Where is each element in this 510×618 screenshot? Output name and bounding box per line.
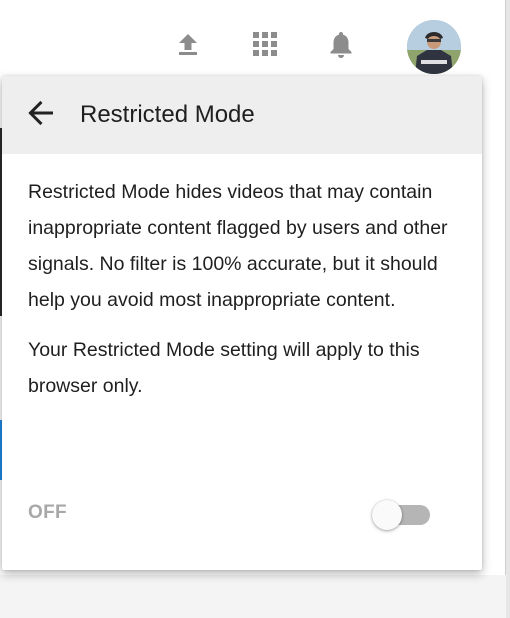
panel-title: Restricted Mode — [80, 101, 255, 128]
restricted-mode-panel: Restricted Mode Restricted Mode hides vi… — [2, 76, 482, 570]
bell-icon[interactable] — [325, 28, 357, 60]
restricted-mode-description: Restricted Mode hides videos that may co… — [28, 181, 448, 311]
panel-header: Restricted Mode — [2, 76, 482, 154]
back-button[interactable] — [24, 98, 58, 132]
restricted-mode-scope-note: Your Restricted Mode setting will apply … — [28, 339, 420, 397]
restricted-mode-toggle[interactable] — [372, 500, 434, 532]
restricted-mode-toggle-row: OFF — [28, 498, 458, 530]
arrow-left-icon — [27, 99, 55, 132]
toggle-knob[interactable] — [372, 500, 402, 530]
panel-body: Restricted Mode hides videos that may co… — [2, 154, 482, 404]
upload-icon[interactable] — [172, 28, 204, 60]
page-background — [0, 575, 506, 618]
avatar[interactable] — [407, 20, 461, 74]
page-scrollbar[interactable] — [505, 0, 510, 618]
apps-grid-icon[interactable] — [249, 28, 281, 60]
toggle-state-label: OFF — [28, 502, 67, 523]
